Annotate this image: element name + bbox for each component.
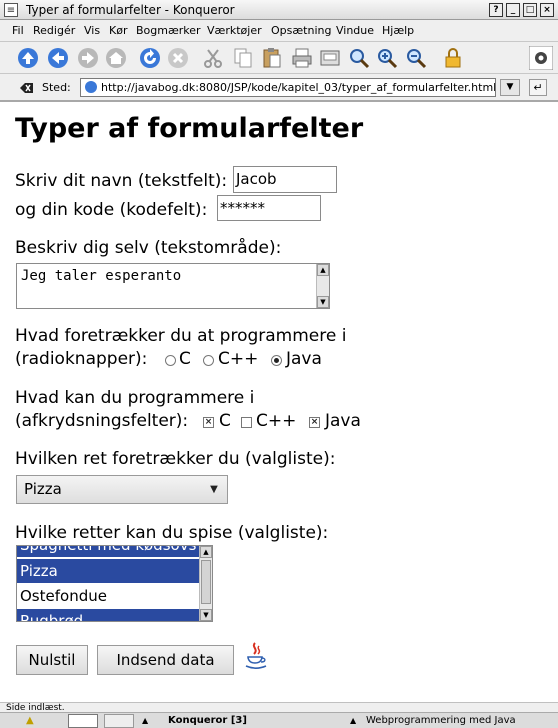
reload-icon[interactable]: [138, 46, 162, 70]
window-title: Typer af formularfelter - Konqueror: [26, 3, 235, 17]
status-bar: Side indlæst.: [0, 702, 558, 712]
code-input[interactable]: ******: [217, 195, 321, 221]
list-item-rugbrod[interactable]: Rugbrød: [17, 609, 199, 621]
list-scroll-up-icon[interactable]: ▲: [200, 546, 212, 558]
radio-java-label: Java: [286, 349, 322, 369]
radio-c[interactable]: [165, 355, 176, 366]
stop-icon[interactable]: [166, 46, 190, 70]
menu-bogmaerker[interactable]: Bogmærker: [136, 24, 201, 37]
print-icon[interactable]: [290, 46, 314, 70]
taskbar: ▲ ▲ Konqueror [3] ▲ Webprogrammering med…: [0, 712, 558, 728]
title-bar: ≡ Typer af formularfelter - Konqueror ? …: [0, 0, 558, 20]
name-input[interactable]: Jacob: [233, 166, 337, 193]
checkbox-cpp[interactable]: [241, 417, 252, 428]
list-item-pizza[interactable]: Pizza: [17, 559, 199, 583]
zoom-in-icon[interactable]: [375, 46, 399, 70]
zoom-out-icon[interactable]: [404, 46, 428, 70]
pager-scroll-icon[interactable]: ▲: [142, 714, 148, 728]
select-arrow-icon: ▼: [210, 484, 218, 495]
submit-button[interactable]: Indsend data: [97, 645, 234, 675]
check-question-label: Hvad kan du programmere i: [15, 388, 255, 408]
describe-label: Beskriv dig selv (tekstområde):: [15, 238, 282, 258]
find-icon[interactable]: [347, 46, 371, 70]
toolbar: [0, 42, 558, 74]
checkbox-c[interactable]: ×: [203, 417, 214, 428]
check-type-label: (afkrydsningsfelter):: [15, 411, 189, 431]
scroll-up-icon[interactable]: ▲: [317, 264, 329, 276]
menu-hjaelp[interactable]: Hjælp: [382, 24, 414, 37]
go-icon[interactable]: ↵: [529, 79, 547, 96]
list-label: Hvilke retter kan du spise (valgliste):: [15, 523, 329, 543]
taskbar-webprogrammering[interactable]: Webprogrammering med Java: [366, 714, 558, 728]
list-item-spaghetti[interactable]: Spaghetti med kødsovs: [17, 546, 199, 557]
forward-arrow-icon[interactable]: [76, 46, 100, 70]
close-button[interactable]: ×: [540, 3, 554, 17]
list-scroll-down-icon[interactable]: ▼: [200, 609, 212, 621]
menu-vaerktojer[interactable]: Værktøjer: [207, 24, 262, 37]
list-scroll-thumb[interactable]: [201, 560, 211, 604]
name-label: Skriv dit navn (tekstfelt):: [15, 171, 228, 191]
minimize-button[interactable]: _: [506, 3, 520, 17]
copy-icon[interactable]: [231, 46, 255, 70]
menu-rediger[interactable]: Redigér: [33, 24, 75, 37]
radio-question-label: Hvad foretrækker du at programmere i: [15, 326, 347, 346]
menu-kor[interactable]: Kør: [109, 24, 127, 37]
scroll-down-icon[interactable]: ▼: [317, 296, 329, 308]
checkbox-java[interactable]: ×: [309, 417, 320, 428]
radio-java[interactable]: [271, 355, 282, 366]
reset-button[interactable]: Nulstil: [16, 645, 88, 675]
up-arrow-icon[interactable]: [16, 46, 40, 70]
help-window-button[interactable]: ?: [489, 3, 503, 17]
paste-icon[interactable]: [260, 46, 284, 70]
menu-bar: Fil Redigér Vis Kør Bogmærker Værktøjer …: [0, 20, 558, 42]
list-scrollbar[interactable]: ▲ ▼: [199, 546, 212, 621]
konqueror-gear-icon: [529, 46, 553, 70]
page-heading: Typer af formularfelter: [15, 113, 364, 144]
menu-opsaetning[interactable]: Opsætning: [271, 24, 331, 37]
pager-desktop-1[interactable]: [68, 714, 98, 728]
checkbox-cpp-label: C++: [256, 411, 297, 431]
pager-desktop-2[interactable]: [104, 714, 134, 728]
radio-c-label: C: [179, 349, 191, 369]
checkbox-java-label: Java: [325, 411, 361, 431]
globe-icon: [85, 81, 97, 93]
maximize-button[interactable]: □: [523, 3, 537, 17]
textarea-scrollbar[interactable]: ▲ ▼: [316, 264, 329, 308]
konqueror-app-icon[interactable]: ≡: [4, 3, 18, 17]
save-icon[interactable]: [318, 46, 342, 70]
dish-select[interactable]: Pizza ▼: [16, 475, 228, 504]
describe-text: Jeg taler esperanto: [21, 268, 182, 284]
lock-icon[interactable]: [441, 46, 465, 70]
checkbox-c-label: C: [219, 411, 231, 431]
describe-textarea[interactable]: Jeg taler esperanto ▲ ▼: [16, 263, 330, 309]
url-input[interactable]: http://javabog.dk:8080/JSP/kode/kapitel_…: [80, 78, 496, 97]
radio-cpp[interactable]: [203, 355, 214, 366]
kde-menu-icon[interactable]: ▲: [26, 714, 34, 728]
taskbar-konqueror[interactable]: Konqueror [3]: [168, 714, 247, 728]
page-content: Typer af formularfelter Skriv dit navn (…: [0, 104, 558, 702]
dish-select-value: Pizza: [24, 480, 62, 498]
menu-vis[interactable]: Vis: [84, 24, 100, 37]
code-label: og din kode (kodefelt):: [15, 200, 208, 220]
java-logo-icon: [243, 641, 269, 673]
radio-type-label: (radioknapper):: [15, 349, 148, 369]
menu-fil[interactable]: Fil: [12, 24, 24, 37]
select-label: Hvilken ret foretrækker du (valgliste):: [15, 449, 336, 469]
menu-vindue[interactable]: Vindue: [336, 24, 374, 37]
url-dropdown-icon[interactable]: ▼: [500, 79, 520, 96]
dish-listbox[interactable]: Spaghetti med kødsovs Pizza Ostefondue R…: [16, 545, 213, 622]
url-text: http://javabog.dk:8080/JSP/kode/kapitel_…: [101, 81, 496, 94]
back-arrow-icon[interactable]: [46, 46, 70, 70]
cut-icon[interactable]: [201, 46, 225, 70]
home-icon[interactable]: [104, 46, 128, 70]
location-label: Sted:: [42, 81, 71, 94]
list-item-ostefondue[interactable]: Ostefondue: [17, 584, 199, 608]
task-scroll-icon[interactable]: ▲: [350, 714, 356, 728]
location-bar: Sted: http://javabog.dk:8080/JSP/kode/ka…: [0, 74, 558, 102]
radio-cpp-label: C++: [218, 349, 259, 369]
clear-location-icon[interactable]: [18, 80, 34, 94]
